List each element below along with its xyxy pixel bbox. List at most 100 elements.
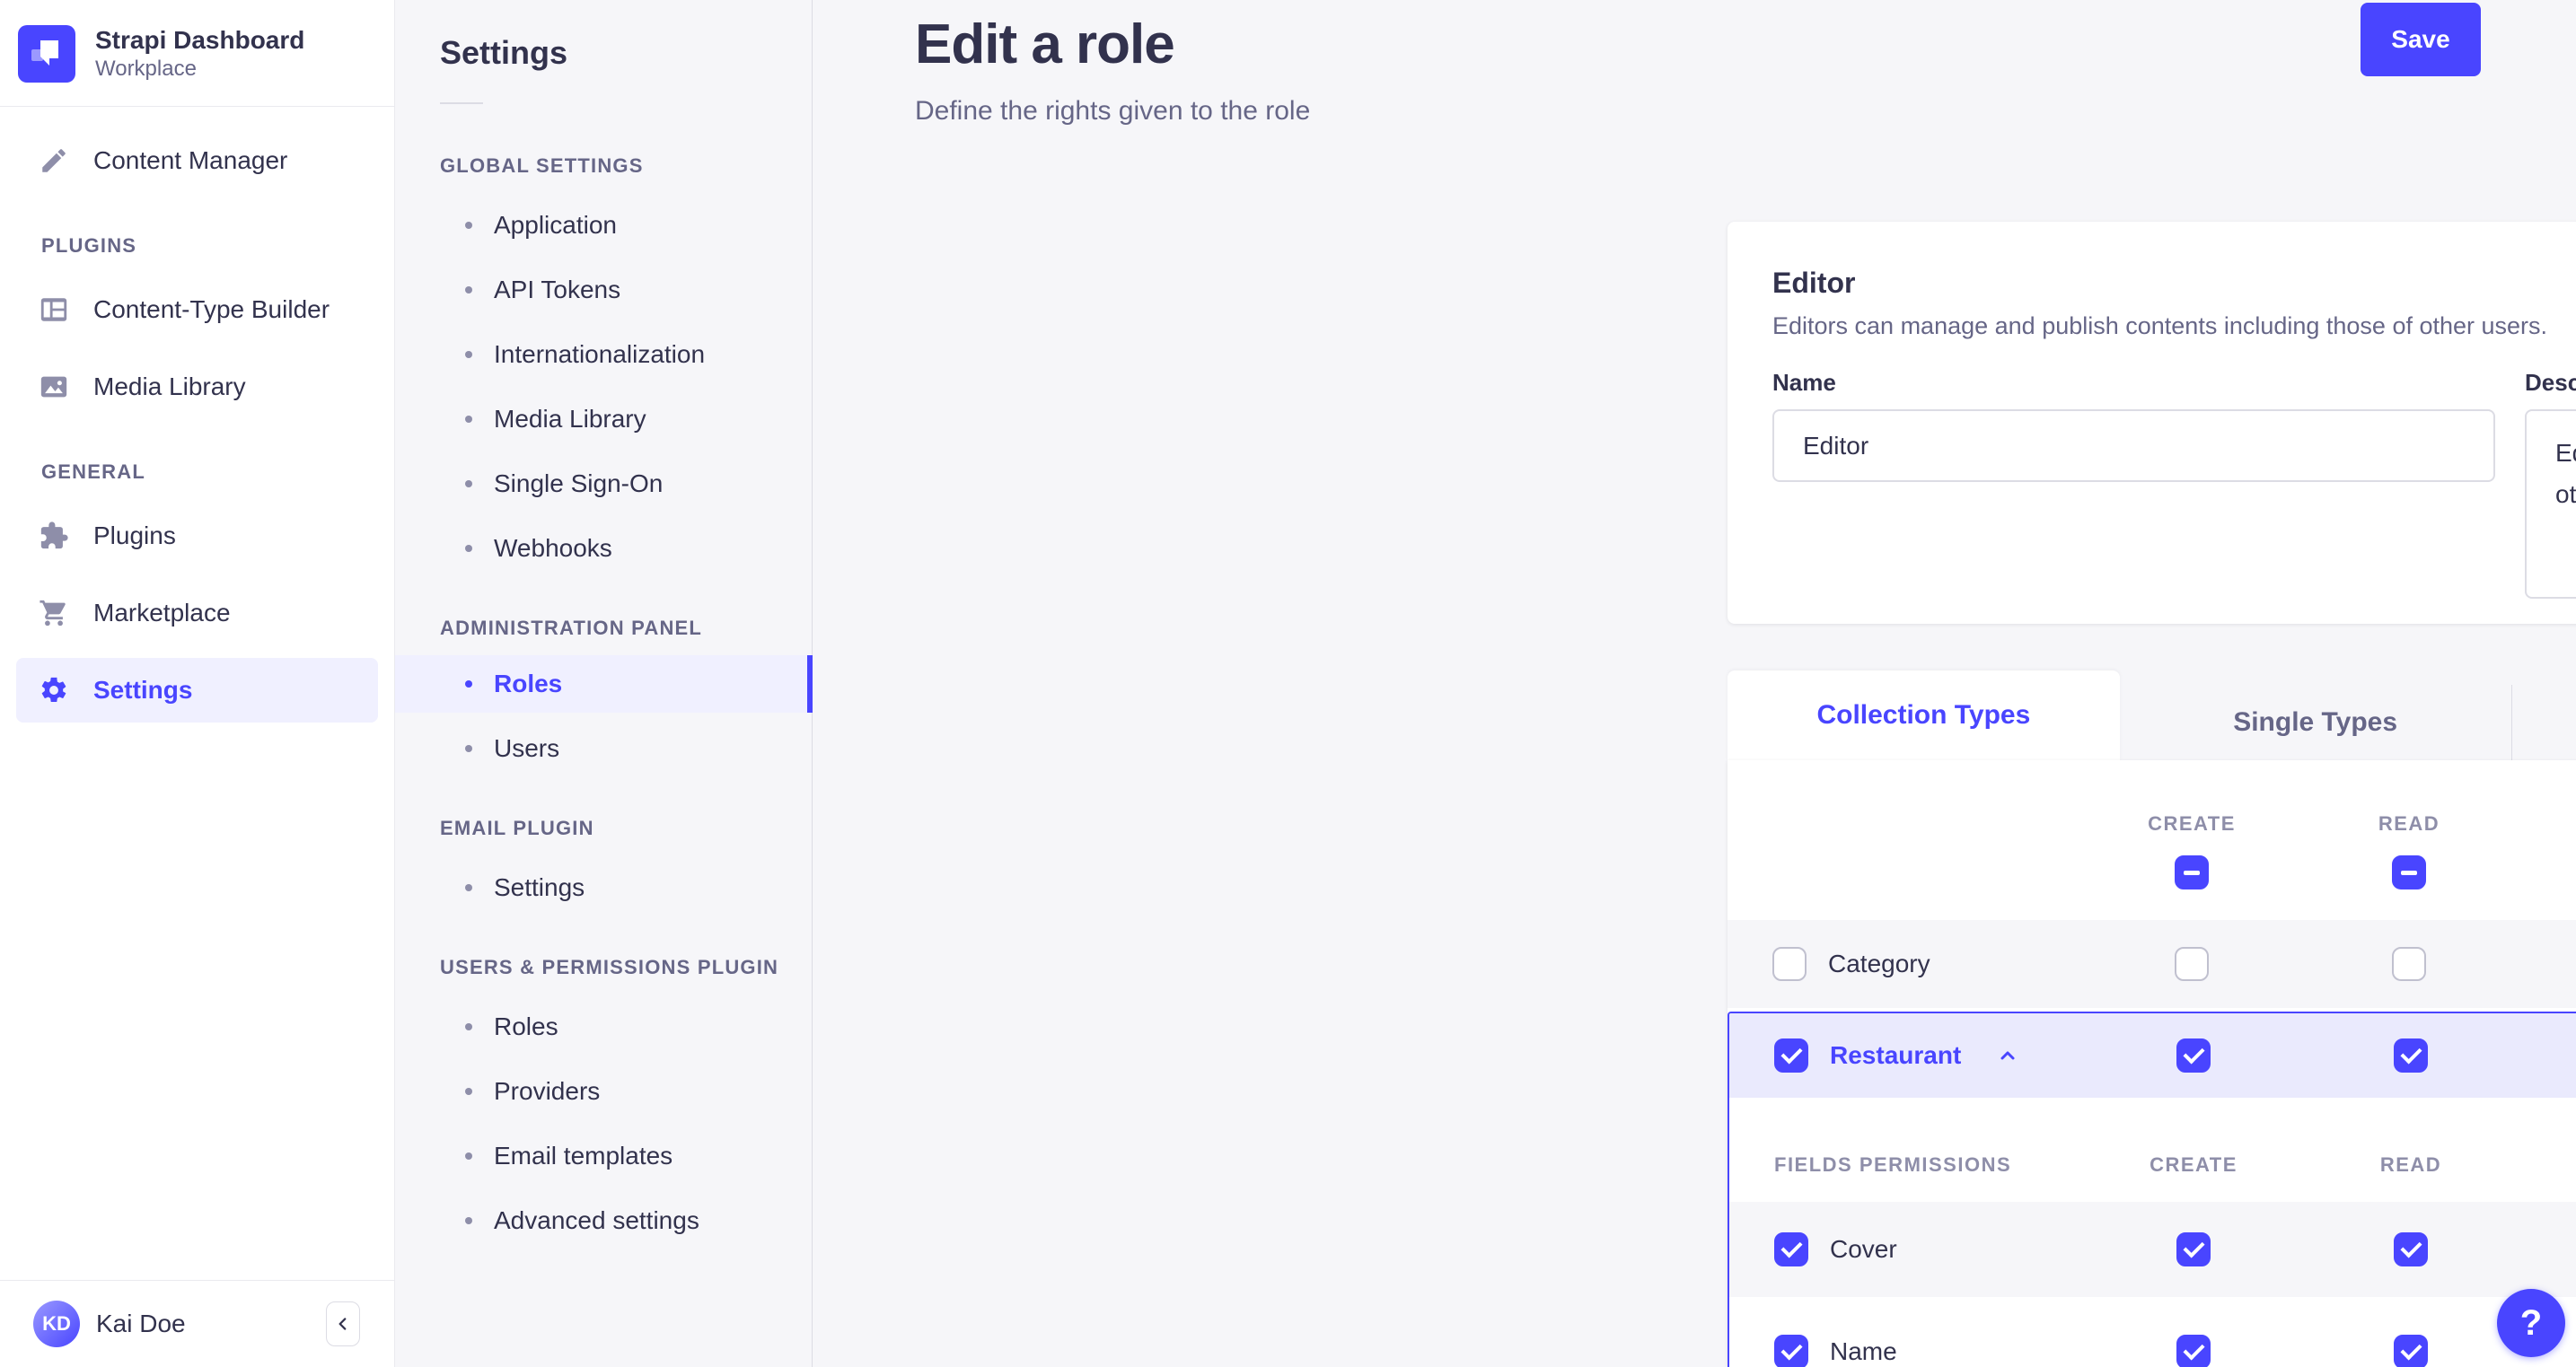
sidebar-item-plugins[interactable]: Plugins xyxy=(16,504,378,568)
chevron-left-icon xyxy=(338,1318,347,1330)
subnav-section-global-settings: GLOBAL SETTINGS xyxy=(440,154,644,177)
cover-row-checkbox[interactable] xyxy=(1774,1232,1808,1266)
sidebar-item-content-manager[interactable]: Content Manager xyxy=(16,128,378,193)
page-subtitle: Define the rights given to the role xyxy=(915,96,1311,126)
sidebar-item-label: Plugins xyxy=(93,521,176,549)
save-button[interactable]: Save xyxy=(2361,3,2481,76)
user-name: Kai Doe xyxy=(96,1310,186,1337)
fields-column-update: UPDATE xyxy=(2528,1153,2576,1177)
category-read-checkbox[interactable] xyxy=(2392,947,2426,981)
role-name-heading: Editor xyxy=(1772,267,1856,299)
sidebar-item-media-library[interactable]: Media Library xyxy=(16,355,378,419)
page-header: Edit a role Define the rights given to t… xyxy=(813,0,2576,127)
sidebar-item-label: Settings xyxy=(93,676,193,704)
collapse-sidebar-button[interactable] xyxy=(326,1301,360,1346)
description-field-label: Description xyxy=(2525,369,2576,396)
role-description-input[interactable]: Editors can manage and publish contents … xyxy=(2525,409,2576,599)
marketplace-cart-icon xyxy=(39,598,69,628)
subnav-item-single-sign-on[interactable]: Single Sign-On xyxy=(440,451,812,516)
subnav-item-advanced-settings[interactable]: Advanced settings xyxy=(440,1188,812,1253)
bullet-icon xyxy=(465,745,472,752)
main-content: Edit a role Define the rights given to t… xyxy=(813,0,2576,1367)
subnav-section-administration-panel: ADMINISTRATION PANEL xyxy=(440,617,703,639)
subnav-item-roles-uperm[interactable]: Roles xyxy=(440,995,812,1059)
restaurant-expanded-section: Restaurant Settings FIELDS PERMISSIONS C… xyxy=(1728,1012,2576,1367)
subnav-section-users-permissions-plugin: USERS & PERMISSIONS PLUGIN xyxy=(440,956,779,978)
subnav-section-email-plugin: EMAIL PLUGIN xyxy=(440,817,594,839)
bullet-icon xyxy=(465,1023,472,1030)
permission-row-restaurant: Restaurant Settings xyxy=(1729,1013,2576,1098)
row-label-name: Name xyxy=(1830,1337,1897,1365)
column-header-update: UPDATE xyxy=(2527,812,2576,836)
tab-plugins[interactable]: Plugins xyxy=(2510,685,2576,760)
content-type-builder-icon xyxy=(39,294,69,325)
media-library-icon xyxy=(39,372,69,402)
sidebar-section-plugins: PLUGINS xyxy=(41,234,137,257)
category-create-checkbox[interactable] xyxy=(2175,947,2209,981)
permission-row-category: Category xyxy=(1728,920,2576,1008)
sidebar-item-content-type-builder[interactable]: Content-Type Builder xyxy=(16,277,378,342)
content-manager-icon xyxy=(39,145,69,176)
role-name-input[interactable] xyxy=(1772,409,2495,482)
subnav-item-media-library[interactable]: Media Library xyxy=(440,387,812,451)
row-label-category[interactable]: Category xyxy=(1828,950,1930,978)
restaurant-create-checkbox[interactable] xyxy=(2176,1038,2211,1073)
subnav-item-application[interactable]: Application xyxy=(440,193,812,258)
column-header-create: CREATE xyxy=(2148,812,2236,835)
select-all-read-checkbox[interactable] xyxy=(2392,855,2426,889)
chevron-up-icon[interactable] xyxy=(1997,1045,2018,1066)
sidebar-item-marketplace[interactable]: Marketplace xyxy=(16,581,378,645)
restaurant-row-checkbox[interactable] xyxy=(1774,1038,1808,1073)
bullet-icon xyxy=(465,1217,472,1224)
sidebar-item-settings[interactable]: Settings xyxy=(16,658,378,723)
subnav-item-internationalization[interactable]: Internationalization xyxy=(440,322,812,387)
category-row-checkbox[interactable] xyxy=(1772,947,1807,981)
workspace-name: Workplace xyxy=(95,57,197,81)
help-button[interactable]: ? xyxy=(2497,1289,2565,1357)
tab-collection-types[interactable]: Collection Types xyxy=(1728,670,2120,760)
subnav-item-email-templates[interactable]: Email templates xyxy=(440,1124,812,1188)
name-create-checkbox[interactable] xyxy=(2176,1335,2211,1367)
sidebar-item-label: Media Library xyxy=(93,372,246,400)
restaurant-read-checkbox[interactable] xyxy=(2394,1038,2428,1073)
subnav-item-users[interactable]: Users xyxy=(440,716,812,781)
settings-gear-icon xyxy=(39,675,69,705)
fields-column-read: READ xyxy=(2379,1153,2442,1176)
name-field-label: Name xyxy=(1772,369,1836,396)
plugins-puzzle-icon xyxy=(39,521,69,551)
fields-column-create: CREATE xyxy=(2150,1153,2238,1176)
select-all-create-checkbox[interactable] xyxy=(2175,855,2209,889)
subnav-item-roles-admin[interactable]: Roles xyxy=(395,655,813,713)
subnav-item-webhooks[interactable]: Webhooks xyxy=(440,516,812,581)
role-description-text: Editors can manage and publish contents … xyxy=(1772,312,2548,339)
bullet-icon xyxy=(465,1152,472,1160)
permissions-table-header: CREATE READ UPDATE DELETE PUBLISH xyxy=(1728,760,2576,920)
page-title: Edit a role xyxy=(915,13,1175,75)
sidebar-item-label: Marketplace xyxy=(93,599,231,627)
divider xyxy=(440,102,483,104)
sidebar-item-label: Content Manager xyxy=(93,146,288,174)
subnav-title: Settings xyxy=(440,34,568,71)
tab-single-types[interactable]: Single Types xyxy=(2120,685,2511,760)
sidebar-section-general: GENERAL xyxy=(41,460,145,483)
cover-create-checkbox[interactable] xyxy=(2176,1232,2211,1266)
bullet-icon xyxy=(465,222,472,229)
user-avatar[interactable]: KD xyxy=(33,1301,80,1347)
sidebar-item-label: Content-Type Builder xyxy=(93,295,330,323)
subnav-item-providers[interactable]: Providers xyxy=(440,1059,812,1124)
name-read-checkbox[interactable] xyxy=(2394,1335,2428,1367)
strapi-logo-icon xyxy=(18,25,75,83)
main-sidebar: Strapi Dashboard Workplace Content Manag… xyxy=(0,0,395,1367)
subnav-item-api-tokens[interactable]: API Tokens xyxy=(440,258,812,322)
app-title: Strapi Dashboard xyxy=(95,26,305,54)
cover-read-checkbox[interactable] xyxy=(2394,1232,2428,1266)
role-details-card: Editor Editors can manage and publish co… xyxy=(1728,222,2576,624)
bullet-icon xyxy=(465,286,472,294)
name-row-checkbox[interactable] xyxy=(1774,1335,1808,1367)
fields-permissions-title: FIELDS PERMISSIONS xyxy=(1774,1153,2012,1176)
permissions-tabs: Collection Types Single Types Plugins Se… xyxy=(1728,670,2576,760)
column-header-read: READ xyxy=(2378,812,2440,835)
subnav-item-email-settings[interactable]: Settings xyxy=(440,855,812,920)
permissions-table-card: CREATE READ UPDATE DELETE PUBLISH Catego… xyxy=(1728,760,2576,1367)
row-label-restaurant[interactable]: Restaurant xyxy=(1830,1041,1961,1070)
